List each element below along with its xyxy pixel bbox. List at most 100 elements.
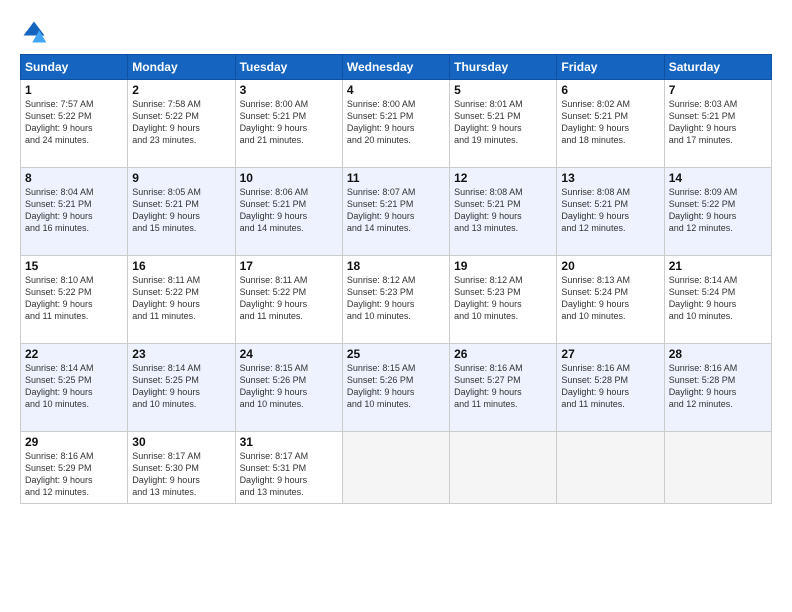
calendar-cell: 8Sunrise: 8:04 AM Sunset: 5:21 PM Daylig… (21, 168, 128, 256)
day-number: 24 (240, 347, 338, 361)
calendar-cell: 30Sunrise: 8:17 AM Sunset: 5:30 PM Dayli… (128, 432, 235, 504)
day-number: 4 (347, 83, 445, 97)
day-info: Sunrise: 8:14 AM Sunset: 5:25 PM Dayligh… (132, 362, 230, 411)
day-number: 1 (25, 83, 123, 97)
day-info: Sunrise: 8:17 AM Sunset: 5:30 PM Dayligh… (132, 450, 230, 499)
day-info: Sunrise: 8:00 AM Sunset: 5:21 PM Dayligh… (240, 98, 338, 147)
day-info: Sunrise: 8:08 AM Sunset: 5:21 PM Dayligh… (454, 186, 552, 235)
weekday-header: Wednesday (342, 55, 449, 80)
day-number: 2 (132, 83, 230, 97)
calendar-cell: 12Sunrise: 8:08 AM Sunset: 5:21 PM Dayli… (450, 168, 557, 256)
calendar-cell: 28Sunrise: 8:16 AM Sunset: 5:28 PM Dayli… (664, 344, 771, 432)
calendar-cell: 11Sunrise: 8:07 AM Sunset: 5:21 PM Dayli… (342, 168, 449, 256)
day-info: Sunrise: 8:16 AM Sunset: 5:27 PM Dayligh… (454, 362, 552, 411)
day-number: 20 (561, 259, 659, 273)
day-number: 19 (454, 259, 552, 273)
calendar-cell: 13Sunrise: 8:08 AM Sunset: 5:21 PM Dayli… (557, 168, 664, 256)
day-info: Sunrise: 8:16 AM Sunset: 5:28 PM Dayligh… (561, 362, 659, 411)
calendar-cell: 3Sunrise: 8:00 AM Sunset: 5:21 PM Daylig… (235, 80, 342, 168)
weekday-header: Monday (128, 55, 235, 80)
calendar-cell (450, 432, 557, 504)
day-info: Sunrise: 8:08 AM Sunset: 5:21 PM Dayligh… (561, 186, 659, 235)
day-number: 13 (561, 171, 659, 185)
day-number: 27 (561, 347, 659, 361)
day-number: 10 (240, 171, 338, 185)
logo-icon (20, 18, 48, 46)
calendar-cell: 23Sunrise: 8:14 AM Sunset: 5:25 PM Dayli… (128, 344, 235, 432)
calendar-cell: 22Sunrise: 8:14 AM Sunset: 5:25 PM Dayli… (21, 344, 128, 432)
day-info: Sunrise: 8:17 AM Sunset: 5:31 PM Dayligh… (240, 450, 338, 499)
day-number: 28 (669, 347, 767, 361)
calendar-cell: 14Sunrise: 8:09 AM Sunset: 5:22 PM Dayli… (664, 168, 771, 256)
weekday-header: Saturday (664, 55, 771, 80)
day-info: Sunrise: 8:04 AM Sunset: 5:21 PM Dayligh… (25, 186, 123, 235)
day-info: Sunrise: 8:06 AM Sunset: 5:21 PM Dayligh… (240, 186, 338, 235)
calendar-cell: 25Sunrise: 8:15 AM Sunset: 5:26 PM Dayli… (342, 344, 449, 432)
calendar-cell: 7Sunrise: 8:03 AM Sunset: 5:21 PM Daylig… (664, 80, 771, 168)
day-number: 14 (669, 171, 767, 185)
calendar-cell (342, 432, 449, 504)
weekday-header: Tuesday (235, 55, 342, 80)
calendar-cell (664, 432, 771, 504)
day-info: Sunrise: 7:57 AM Sunset: 5:22 PM Dayligh… (25, 98, 123, 147)
calendar-cell: 21Sunrise: 8:14 AM Sunset: 5:24 PM Dayli… (664, 256, 771, 344)
day-info: Sunrise: 8:07 AM Sunset: 5:21 PM Dayligh… (347, 186, 445, 235)
day-number: 31 (240, 435, 338, 449)
calendar: SundayMondayTuesdayWednesdayThursdayFrid… (20, 54, 772, 504)
day-info: Sunrise: 8:11 AM Sunset: 5:22 PM Dayligh… (132, 274, 230, 323)
calendar-cell: 24Sunrise: 8:15 AM Sunset: 5:26 PM Dayli… (235, 344, 342, 432)
day-number: 8 (25, 171, 123, 185)
day-number: 26 (454, 347, 552, 361)
calendar-cell: 16Sunrise: 8:11 AM Sunset: 5:22 PM Dayli… (128, 256, 235, 344)
day-number: 30 (132, 435, 230, 449)
day-info: Sunrise: 8:02 AM Sunset: 5:21 PM Dayligh… (561, 98, 659, 147)
day-number: 11 (347, 171, 445, 185)
day-number: 5 (454, 83, 552, 97)
day-info: Sunrise: 8:14 AM Sunset: 5:24 PM Dayligh… (669, 274, 767, 323)
day-info: Sunrise: 8:03 AM Sunset: 5:21 PM Dayligh… (669, 98, 767, 147)
day-info: Sunrise: 8:01 AM Sunset: 5:21 PM Dayligh… (454, 98, 552, 147)
day-number: 17 (240, 259, 338, 273)
day-info: Sunrise: 8:10 AM Sunset: 5:22 PM Dayligh… (25, 274, 123, 323)
day-number: 22 (25, 347, 123, 361)
calendar-cell: 6Sunrise: 8:02 AM Sunset: 5:21 PM Daylig… (557, 80, 664, 168)
day-info: Sunrise: 8:05 AM Sunset: 5:21 PM Dayligh… (132, 186, 230, 235)
calendar-cell: 18Sunrise: 8:12 AM Sunset: 5:23 PM Dayli… (342, 256, 449, 344)
calendar-header-row: SundayMondayTuesdayWednesdayThursdayFrid… (21, 55, 772, 80)
day-number: 12 (454, 171, 552, 185)
day-number: 29 (25, 435, 123, 449)
calendar-cell: 5Sunrise: 8:01 AM Sunset: 5:21 PM Daylig… (450, 80, 557, 168)
day-number: 9 (132, 171, 230, 185)
page: SundayMondayTuesdayWednesdayThursdayFrid… (0, 0, 792, 612)
calendar-cell: 4Sunrise: 8:00 AM Sunset: 5:21 PM Daylig… (342, 80, 449, 168)
day-number: 6 (561, 83, 659, 97)
calendar-cell: 1Sunrise: 7:57 AM Sunset: 5:22 PM Daylig… (21, 80, 128, 168)
day-info: Sunrise: 7:58 AM Sunset: 5:22 PM Dayligh… (132, 98, 230, 147)
calendar-cell: 26Sunrise: 8:16 AM Sunset: 5:27 PM Dayli… (450, 344, 557, 432)
calendar-cell: 2Sunrise: 7:58 AM Sunset: 5:22 PM Daylig… (128, 80, 235, 168)
day-number: 7 (669, 83, 767, 97)
calendar-cell: 9Sunrise: 8:05 AM Sunset: 5:21 PM Daylig… (128, 168, 235, 256)
calendar-cell: 20Sunrise: 8:13 AM Sunset: 5:24 PM Dayli… (557, 256, 664, 344)
day-info: Sunrise: 8:12 AM Sunset: 5:23 PM Dayligh… (454, 274, 552, 323)
day-info: Sunrise: 8:16 AM Sunset: 5:29 PM Dayligh… (25, 450, 123, 499)
calendar-cell: 31Sunrise: 8:17 AM Sunset: 5:31 PM Dayli… (235, 432, 342, 504)
day-info: Sunrise: 8:11 AM Sunset: 5:22 PM Dayligh… (240, 274, 338, 323)
day-number: 16 (132, 259, 230, 273)
day-number: 25 (347, 347, 445, 361)
calendar-cell: 19Sunrise: 8:12 AM Sunset: 5:23 PM Dayli… (450, 256, 557, 344)
day-info: Sunrise: 8:13 AM Sunset: 5:24 PM Dayligh… (561, 274, 659, 323)
weekday-header: Friday (557, 55, 664, 80)
day-number: 15 (25, 259, 123, 273)
logo (20, 18, 52, 46)
day-info: Sunrise: 8:09 AM Sunset: 5:22 PM Dayligh… (669, 186, 767, 235)
calendar-cell (557, 432, 664, 504)
calendar-cell: 29Sunrise: 8:16 AM Sunset: 5:29 PM Dayli… (21, 432, 128, 504)
day-info: Sunrise: 8:15 AM Sunset: 5:26 PM Dayligh… (347, 362, 445, 411)
day-info: Sunrise: 8:16 AM Sunset: 5:28 PM Dayligh… (669, 362, 767, 411)
day-number: 3 (240, 83, 338, 97)
calendar-cell: 10Sunrise: 8:06 AM Sunset: 5:21 PM Dayli… (235, 168, 342, 256)
calendar-cell: 15Sunrise: 8:10 AM Sunset: 5:22 PM Dayli… (21, 256, 128, 344)
calendar-cell: 27Sunrise: 8:16 AM Sunset: 5:28 PM Dayli… (557, 344, 664, 432)
day-info: Sunrise: 8:00 AM Sunset: 5:21 PM Dayligh… (347, 98, 445, 147)
